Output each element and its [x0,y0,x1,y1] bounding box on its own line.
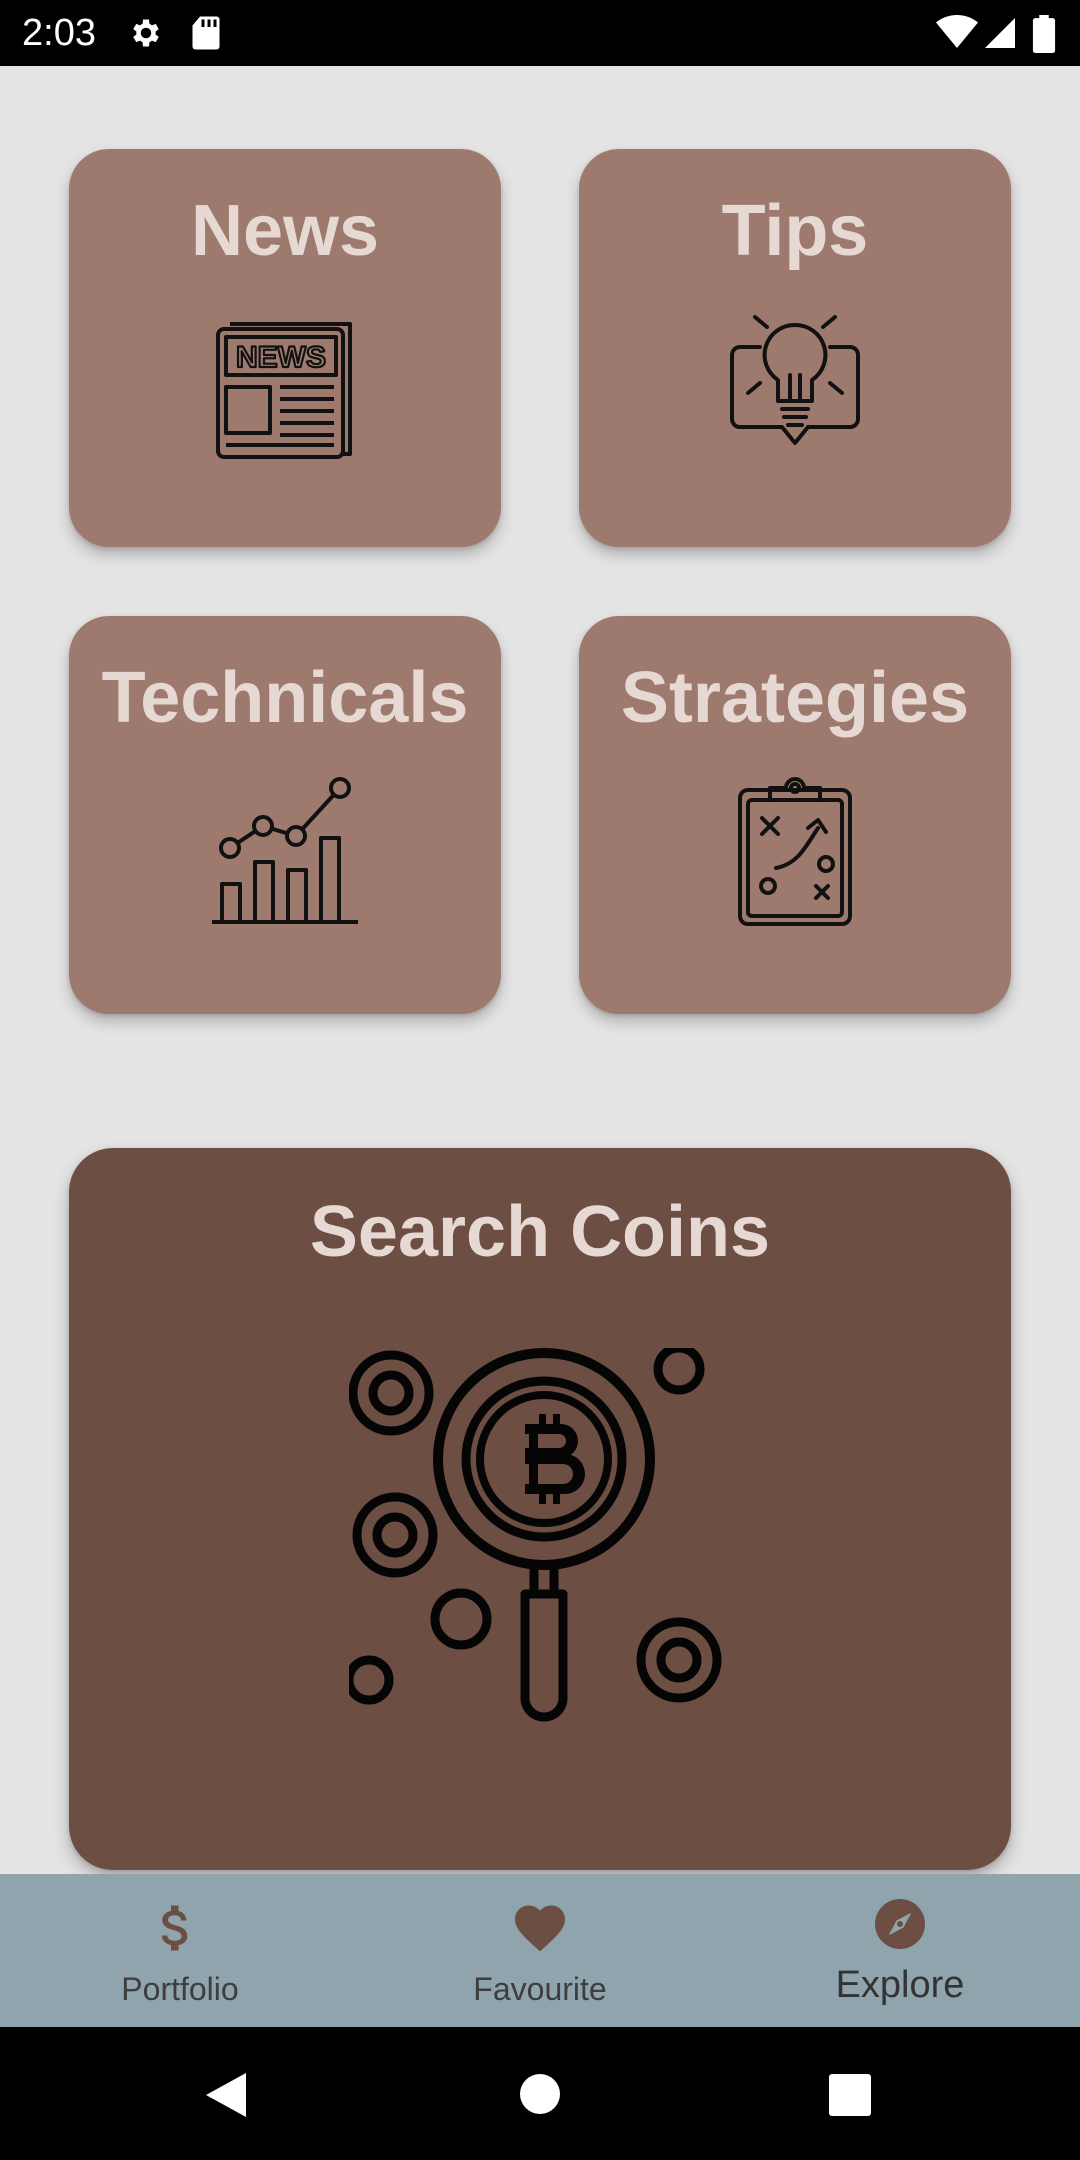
strategies-tile[interactable]: Strategies [579,616,1011,1014]
bottom-navigation: Portfolio Favourite Explore [0,1874,1080,2027]
home-icon[interactable] [519,2073,561,2115]
battery-icon [1032,15,1056,53]
nav-portfolio[interactable]: Portfolio [0,1874,360,2027]
settings-gear-icon [133,19,159,47]
heart-icon [515,1905,565,1952]
back-icon[interactable] [204,2071,248,2119]
bar-line-chart-icon [212,777,358,924]
nav-favourite[interactable]: Favourite [360,1874,720,2027]
newspaper-icon: NEWS [216,322,352,459]
clipboard-strategy-icon [738,777,852,926]
news-title: News [190,191,380,271]
nav-portfolio-label: Portfolio [121,1971,239,2007]
cell-signal-icon [985,18,1015,48]
recents-icon[interactable] [829,2074,871,2116]
wifi-icon [936,15,978,48]
tips-tile[interactable]: Tips [579,149,1011,547]
search-coins-title: Search Coins [309,1192,771,1272]
nav-explore-label: Explore [835,1964,965,2006]
technicals-tile[interactable]: Technicals [69,616,501,1014]
nav-favourite-label: Favourite [473,1971,607,2007]
compass-icon [875,1899,925,1949]
nav-explore[interactable]: Explore [720,1874,1080,2027]
explore-screen: News NEWS Tips Technicals Strategies Sea… [0,66,1080,1874]
bitcoin-search-icon [349,1348,722,1722]
dollar-icon [161,1905,188,1951]
tips-title: Tips [721,191,869,271]
sd-card-icon [192,16,220,50]
status-bar: 2:03 [0,0,1080,66]
technicals-title: Technicals [101,658,469,738]
strategies-title: Strategies [620,658,970,738]
news-tile[interactable]: News NEWS [69,149,501,547]
system-navigation-bar [0,2027,1080,2160]
lightbulb-icon [730,315,860,445]
status-time: 2:03 [22,12,96,54]
search-coins-tile[interactable]: Search Coins [69,1148,1011,1870]
svg-text:NEWS: NEWS [236,341,326,374]
